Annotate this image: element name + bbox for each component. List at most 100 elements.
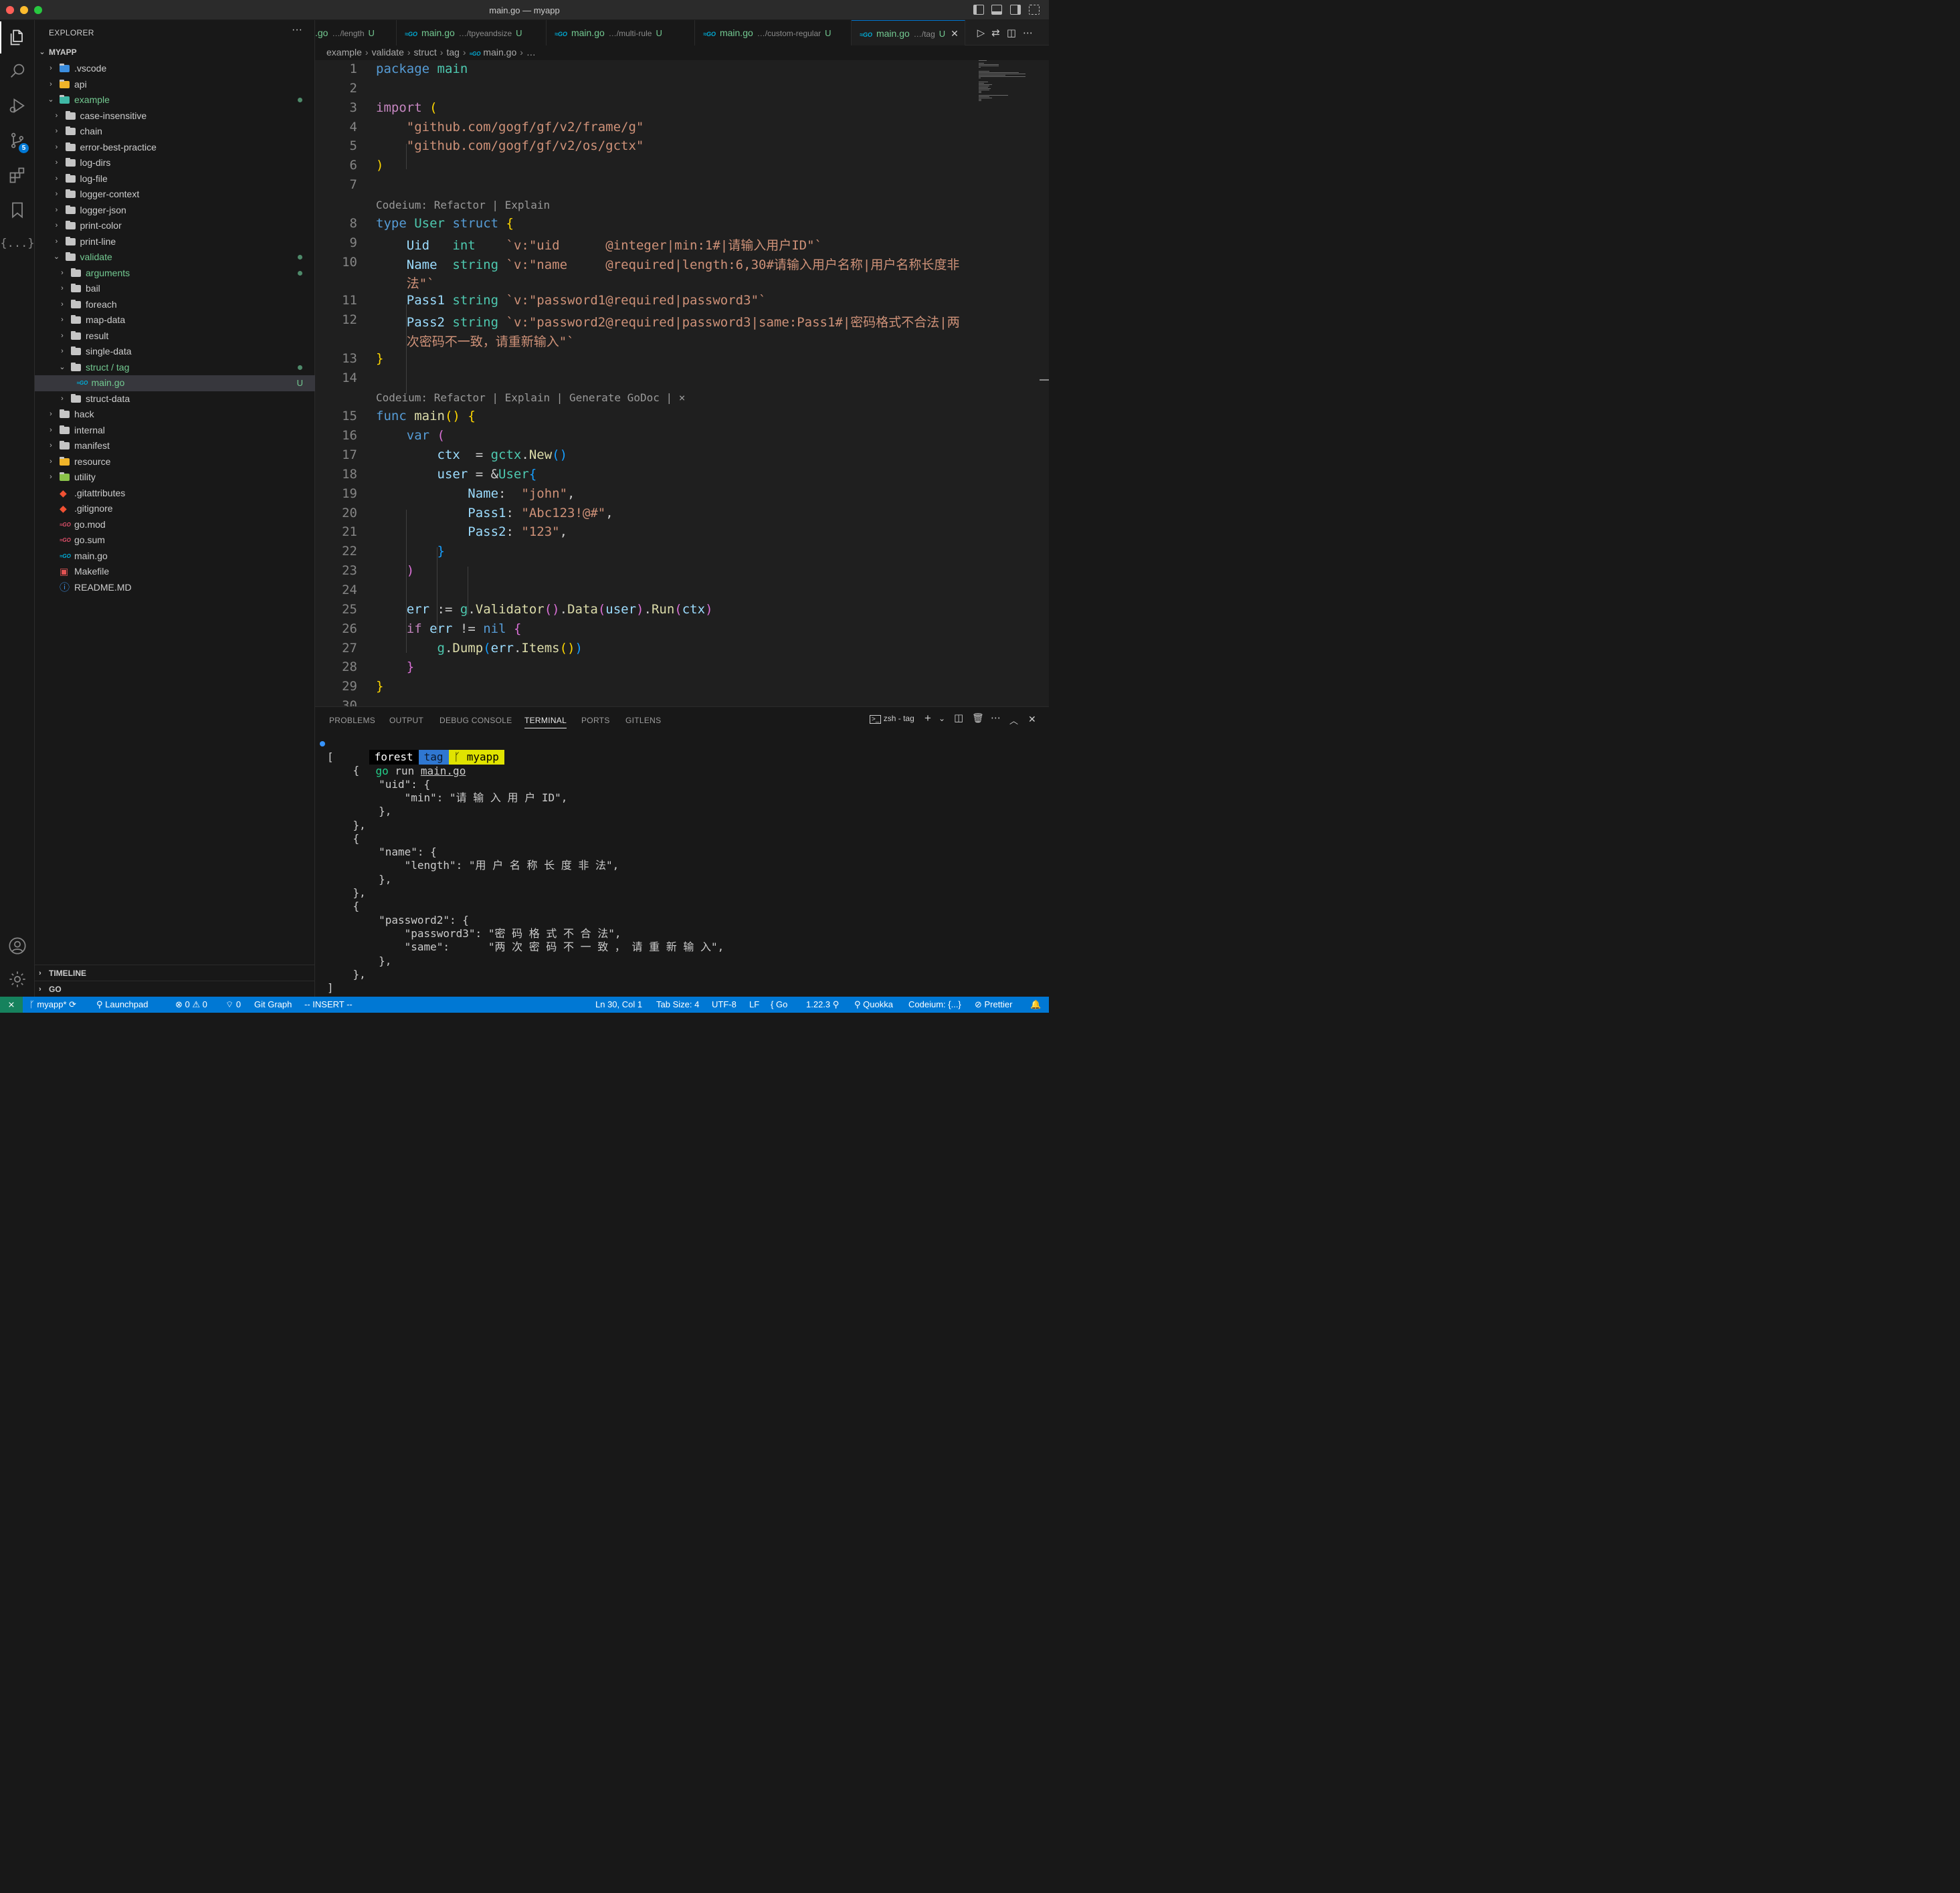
language-status[interactable]: { Go [771,997,787,1013]
timeline-section[interactable]: › TIMELINE [35,965,315,981]
tree-folder[interactable]: › result [35,328,315,344]
new-terminal-icon[interactable]: + [924,712,931,725]
explorer-icon[interactable] [0,21,35,54]
extensions-icon[interactable] [0,159,35,191]
terminal-selector[interactable]: >_ zsh - tag [870,714,914,724]
explorer-more-actions-icon[interactable]: ··· [292,24,302,36]
kill-terminal-icon[interactable]: 🗑 [972,712,984,724]
editor-scrollbar[interactable] [1040,379,1049,381]
minimap[interactable] [979,60,1039,107]
breadcrumb-item[interactable]: struct [414,47,437,58]
encoding-status[interactable]: UTF-8 [712,997,737,1013]
panel-tab-debug-console[interactable]: DEBUG CONSOLE [439,716,512,725]
tree-file[interactable]: ◆ .gitattributes [35,486,315,502]
panel-tab-gitlens[interactable]: GITLENS [625,716,661,725]
codeium-codelens[interactable]: Codeium: Refactor | Explain [376,199,550,211]
editor-tab[interactable]: ≈GO main.go …/tag U ✕ [852,20,965,45]
source-control-icon[interactable]: 5 [0,124,35,157]
notifications-bell-icon[interactable]: 🔔 [1030,997,1041,1013]
breadcrumb-item[interactable]: validate [372,47,404,58]
customize-layout-icon[interactable] [1029,5,1040,15]
workspace-root[interactable]: ⌄ MYAPP [35,45,315,61]
tree-folder[interactable]: › foreach [35,297,315,313]
run-file-icon[interactable]: ▷ [977,27,992,39]
tree-folder[interactable]: › manifest [35,438,315,454]
go-version-status[interactable]: 1.22.3 ⚲ [806,997,839,1013]
close-panel-icon[interactable]: ✕ [1028,714,1036,725]
branch-status[interactable]: ᚴ myapp* ⟳ [29,997,76,1013]
json-braces-icon[interactable]: {...} [0,227,35,260]
tab-size-status[interactable]: Tab Size: 4 [656,997,699,1013]
tree-file[interactable]: ≈GO go.sum [35,532,315,549]
tree-folder[interactable]: › arguments [35,266,315,282]
problems-status[interactable]: ⊗ 0 ⚠ 0 [175,997,207,1013]
tree-folder[interactable]: › single-data [35,344,315,360]
code-editor[interactable]: 1 package main 2 3 import (4 "github.com/gog… [315,60,1049,706]
tree-file[interactable]: ▣ Makefile [35,564,315,580]
toggle-primary-sidebar-icon[interactable] [973,5,984,15]
open-changes-icon[interactable]: ⇄ [991,27,1007,39]
cursor-position-status[interactable]: Ln 30, Col 1 [595,997,642,1013]
tree-folder[interactable]: › hack [35,407,315,423]
breadcrumb-item[interactable]: … [526,47,536,58]
tree-folder[interactable]: › logger-json [35,203,315,219]
split-editor-icon[interactable]: ◫ [1007,27,1023,39]
tree-file[interactable]: ≈GO main.go U [35,375,315,391]
tree-folder[interactable]: › map-data [35,312,315,328]
tree-file[interactable]: ◆ .gitignore [35,501,315,517]
tree-folder[interactable]: ⌄ struct / tag [35,360,315,376]
prettier-status[interactable]: ⊘ Prettier [975,997,1012,1013]
tree-folder[interactable]: › logger-context [35,187,315,203]
terminal-dropdown-icon[interactable]: ⌄ [939,714,945,723]
tree-folder[interactable]: › internal [35,423,315,439]
panel-tab-terminal[interactable]: TERMINAL [524,716,567,728]
search-icon[interactable] [0,55,35,87]
tree-folder[interactable]: › struct-data [35,391,315,407]
toggle-panel-icon[interactable] [991,5,1002,15]
ports-status[interactable]: ⌔ 0 [225,997,241,1013]
settings-gear-icon[interactable] [0,963,35,995]
tree-folder[interactable]: › print-color [35,218,315,234]
breadcrumb-item[interactable]: tag [446,47,459,58]
more-actions-icon[interactable]: ⋯ [1023,27,1040,39]
tree-folder[interactable]: › log-dirs [35,155,315,171]
tree-folder[interactable]: › resource [35,454,315,470]
eol-status[interactable]: LF [749,997,759,1013]
accounts-icon[interactable] [0,930,35,962]
breadcrumb-item[interactable]: main.go [483,47,516,58]
maximize-panel-icon[interactable]: ︿ [1009,714,1018,726]
tree-folder[interactable]: › utility [35,470,315,486]
tree-file[interactable]: ≈GO main.go [35,549,315,565]
breadcrumb-item[interactable]: example [326,47,362,58]
tree-folder[interactable]: › log-file [35,171,315,187]
tree-folder[interactable]: ⌄ example [35,92,315,108]
tree-folder[interactable]: › bail [35,281,315,297]
close-tab-icon[interactable]: ✕ [951,28,959,39]
panel-more-icon[interactable]: ⋯ [991,712,1001,724]
bookmarks-icon[interactable] [0,194,35,226]
quokka-status[interactable]: ⚲ Quokka [854,997,893,1013]
tree-file[interactable]: ≈GO go.mod [35,517,315,533]
codeium-codelens[interactable]: Codeium: Refactor | Explain | Generate G… [376,391,685,404]
tree-folder[interactable]: ⌄ validate [35,250,315,266]
editor-tab[interactable]: .go …/length U [315,20,397,45]
editor-tab[interactable]: ≈GO main.go …/tpyeandsize U [397,20,547,45]
git-graph-status[interactable]: Git Graph [254,997,292,1013]
panel-tab-output[interactable]: OUTPUT [389,716,423,725]
editor-tab[interactable]: ≈GO main.go …/multi-rule U [547,20,695,45]
editor-tab[interactable]: ≈GO main.go …/custom-regular U [695,20,852,45]
toggle-secondary-sidebar-icon[interactable] [1010,5,1021,15]
tree-folder[interactable]: › case-insensitive [35,108,315,124]
remote-indicator-icon[interactable]: ⨯ [0,997,23,1013]
panel-tab-problems[interactable]: PROBLEMS [329,716,375,725]
tree-folder[interactable]: › print-line [35,234,315,250]
launchpad-status[interactable]: ⚲ Launchpad [96,997,148,1013]
tree-folder[interactable]: › error-best-practice [35,140,315,156]
go-section[interactable]: › GO [35,981,315,997]
split-terminal-icon[interactable]: ◫ [954,712,963,724]
tree-folder[interactable]: › api [35,77,315,93]
codeium-status[interactable]: Codeium: {...} [908,997,961,1013]
run-debug-icon[interactable] [0,90,35,122]
tree-folder[interactable]: › .vscode [35,61,315,77]
tree-file[interactable]: ⓘ README.MD [35,580,315,596]
